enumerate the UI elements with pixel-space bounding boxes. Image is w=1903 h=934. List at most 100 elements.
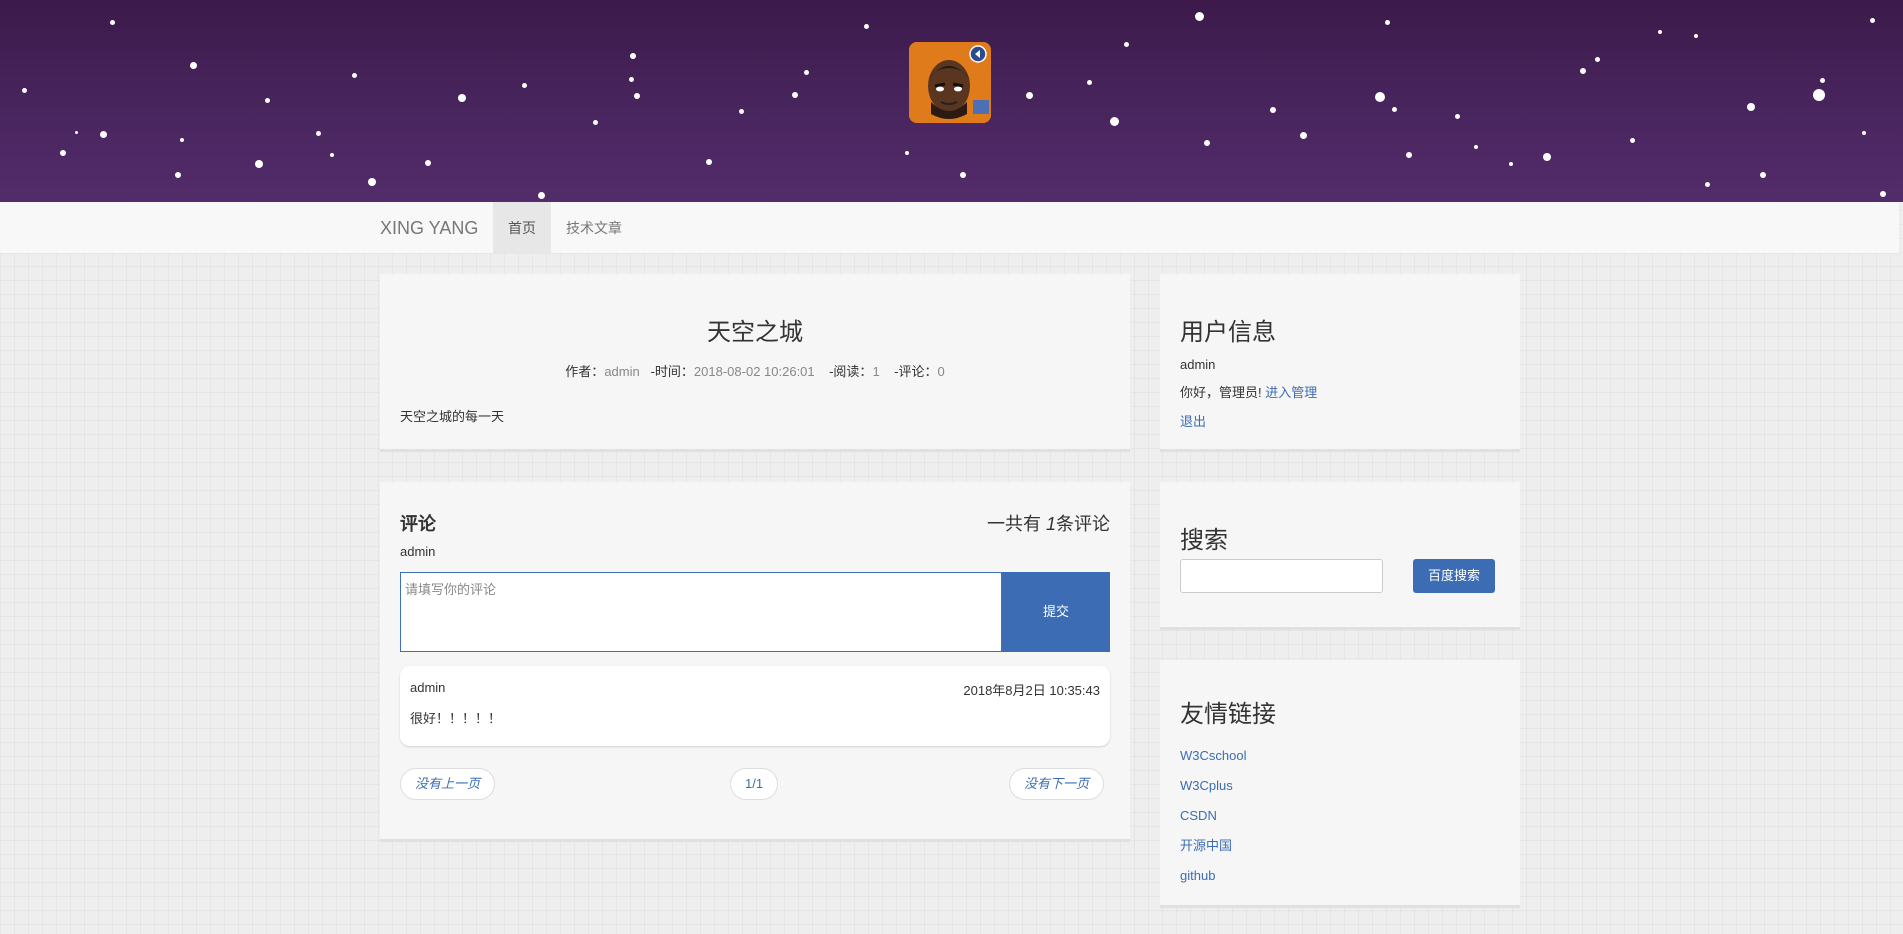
user-info-title: 用户信息 — [1180, 319, 1276, 346]
star-dot — [1705, 182, 1710, 187]
star-dot — [255, 160, 263, 168]
star-dot — [1862, 131, 1866, 135]
reads-label: -阅读： — [829, 364, 873, 379]
link-w3cplus[interactable]: W3Cplus — [1180, 771, 1500, 801]
count-prefix: 一共有 — [986, 514, 1041, 534]
friend-links-list: W3Cschool W3Cplus CSDN 开源中国 github — [1180, 741, 1500, 891]
time-value: 2018-08-02 10:26:01 — [693, 364, 815, 379]
avatar — [909, 42, 991, 123]
star-dot — [864, 24, 869, 29]
star-dot — [706, 159, 712, 165]
top-navbar: XING YANG 首页 技术文章 — [0, 202, 1899, 254]
star-dot — [1474, 145, 1478, 149]
star-dot — [1375, 92, 1385, 102]
star-dot — [1392, 107, 1397, 112]
star-dot — [739, 109, 744, 114]
star-dot — [593, 120, 598, 125]
star-dot — [100, 131, 107, 138]
reads-value: 1 — [872, 364, 880, 379]
comments-heading: 评论 — [400, 514, 436, 534]
current-user: admin — [400, 544, 436, 559]
star-dot — [1630, 138, 1635, 143]
link-github[interactable]: github — [1180, 861, 1500, 891]
comments-value: 0 — [937, 364, 945, 379]
star-dot — [1270, 107, 1276, 113]
star-dot — [1658, 30, 1662, 34]
star-dot — [792, 92, 798, 98]
comment-text: 很好！！！！！ — [410, 711, 502, 726]
star-dot — [75, 131, 78, 134]
logout-link[interactable]: 退出 — [1180, 411, 1500, 430]
star-dot — [1124, 42, 1129, 47]
star-dot — [180, 138, 184, 142]
star-dot — [458, 94, 466, 102]
star-dot — [330, 153, 334, 157]
nav-item-tech-articles[interactable]: 技术文章 — [551, 202, 637, 254]
comments-panel: 评论 一共有 1条评论 admin 请填写你的评论 提交 admin 2018年… — [380, 482, 1130, 842]
star-dot — [538, 192, 545, 199]
greeting-line: 你好，管理员! 进入管理 — [1180, 382, 1500, 401]
star-dot — [1385, 20, 1390, 25]
count-number: 1 — [1045, 514, 1056, 534]
header-banner — [0, 0, 1903, 202]
article-panel: 天空之城 作者：admin -时间：2018-08-02 10:26:01 -阅… — [380, 274, 1130, 452]
star-dot — [1509, 162, 1513, 166]
page-indicator: 1/1 — [730, 768, 779, 800]
star-dot — [368, 178, 376, 186]
star-dot — [522, 83, 527, 88]
star-dot — [804, 70, 809, 75]
comments-count: 一共有 1条评论 — [987, 510, 1110, 536]
greeting-text: 你好，管理员! — [1180, 385, 1262, 400]
star-dot — [22, 88, 27, 93]
star-dot — [1820, 78, 1825, 83]
avatar-portrait-icon — [909, 42, 991, 123]
article-meta: 作者：admin -时间：2018-08-02 10:26:01 -阅读：1 -… — [380, 361, 1130, 380]
nav-item-home[interactable]: 首页 — [493, 202, 551, 254]
star-dot — [634, 93, 640, 99]
star-dot — [1300, 132, 1307, 139]
user-info-panel: 用户信息 admin 你好，管理员! 进入管理 退出 — [1160, 274, 1520, 452]
star-dot — [905, 151, 909, 155]
star-dot — [1087, 80, 1092, 85]
star-dot — [1747, 103, 1755, 111]
star-dot — [630, 53, 636, 59]
next-page-button[interactable]: 没有下一页 — [1009, 768, 1105, 800]
star-dot — [265, 98, 270, 103]
search-panel: 搜索 百度搜索 — [1160, 482, 1520, 630]
comment-textarea[interactable]: 请填写你的评论 — [400, 572, 1002, 652]
article-title[interactable]: 天空之城 — [380, 312, 1130, 347]
time-label: -时间： — [650, 364, 694, 379]
star-dot — [1406, 152, 1412, 158]
star-dot — [425, 160, 431, 166]
friend-links-panel: 友情链接 W3Cschool W3Cplus CSDN 开源中国 github — [1160, 660, 1520, 908]
comment-card: admin 2018年8月2日 10:35:43 很好！！！！！ — [400, 666, 1110, 746]
star-dot — [1204, 140, 1210, 146]
star-dot — [960, 172, 966, 178]
search-title: 搜索 — [1180, 527, 1228, 554]
prev-page-button[interactable]: 没有上一页 — [400, 768, 496, 800]
star-dot — [1595, 57, 1600, 62]
star-dot — [1026, 92, 1033, 99]
star-dot — [1455, 114, 1460, 119]
star-dot — [1195, 12, 1204, 21]
star-dot — [175, 172, 181, 178]
star-dot — [110, 20, 115, 25]
submit-comment-button[interactable]: 提交 — [1002, 572, 1110, 652]
brand-logo[interactable]: XING YANG — [380, 202, 478, 254]
star-dot — [1813, 89, 1825, 101]
star-dot — [1110, 117, 1119, 126]
link-csdn[interactable]: CSDN — [1180, 801, 1500, 831]
manage-link[interactable]: 进入管理 — [1265, 385, 1317, 400]
star-dot — [1880, 191, 1886, 197]
author-label: 作者： — [565, 364, 605, 379]
search-input[interactable] — [1180, 559, 1383, 593]
link-w3cschool[interactable]: W3Cschool — [1180, 741, 1500, 771]
baidu-search-button[interactable]: 百度搜索 — [1413, 559, 1495, 593]
link-oschina[interactable]: 开源中国 — [1180, 831, 1500, 861]
star-dot — [629, 77, 634, 82]
friend-links-title: 友情链接 — [1180, 701, 1276, 728]
star-dot — [1760, 172, 1766, 178]
star-dot — [1870, 18, 1875, 23]
count-suffix: 条评论 — [1056, 514, 1110, 534]
article-summary: 天空之城的每一天 — [400, 409, 505, 424]
